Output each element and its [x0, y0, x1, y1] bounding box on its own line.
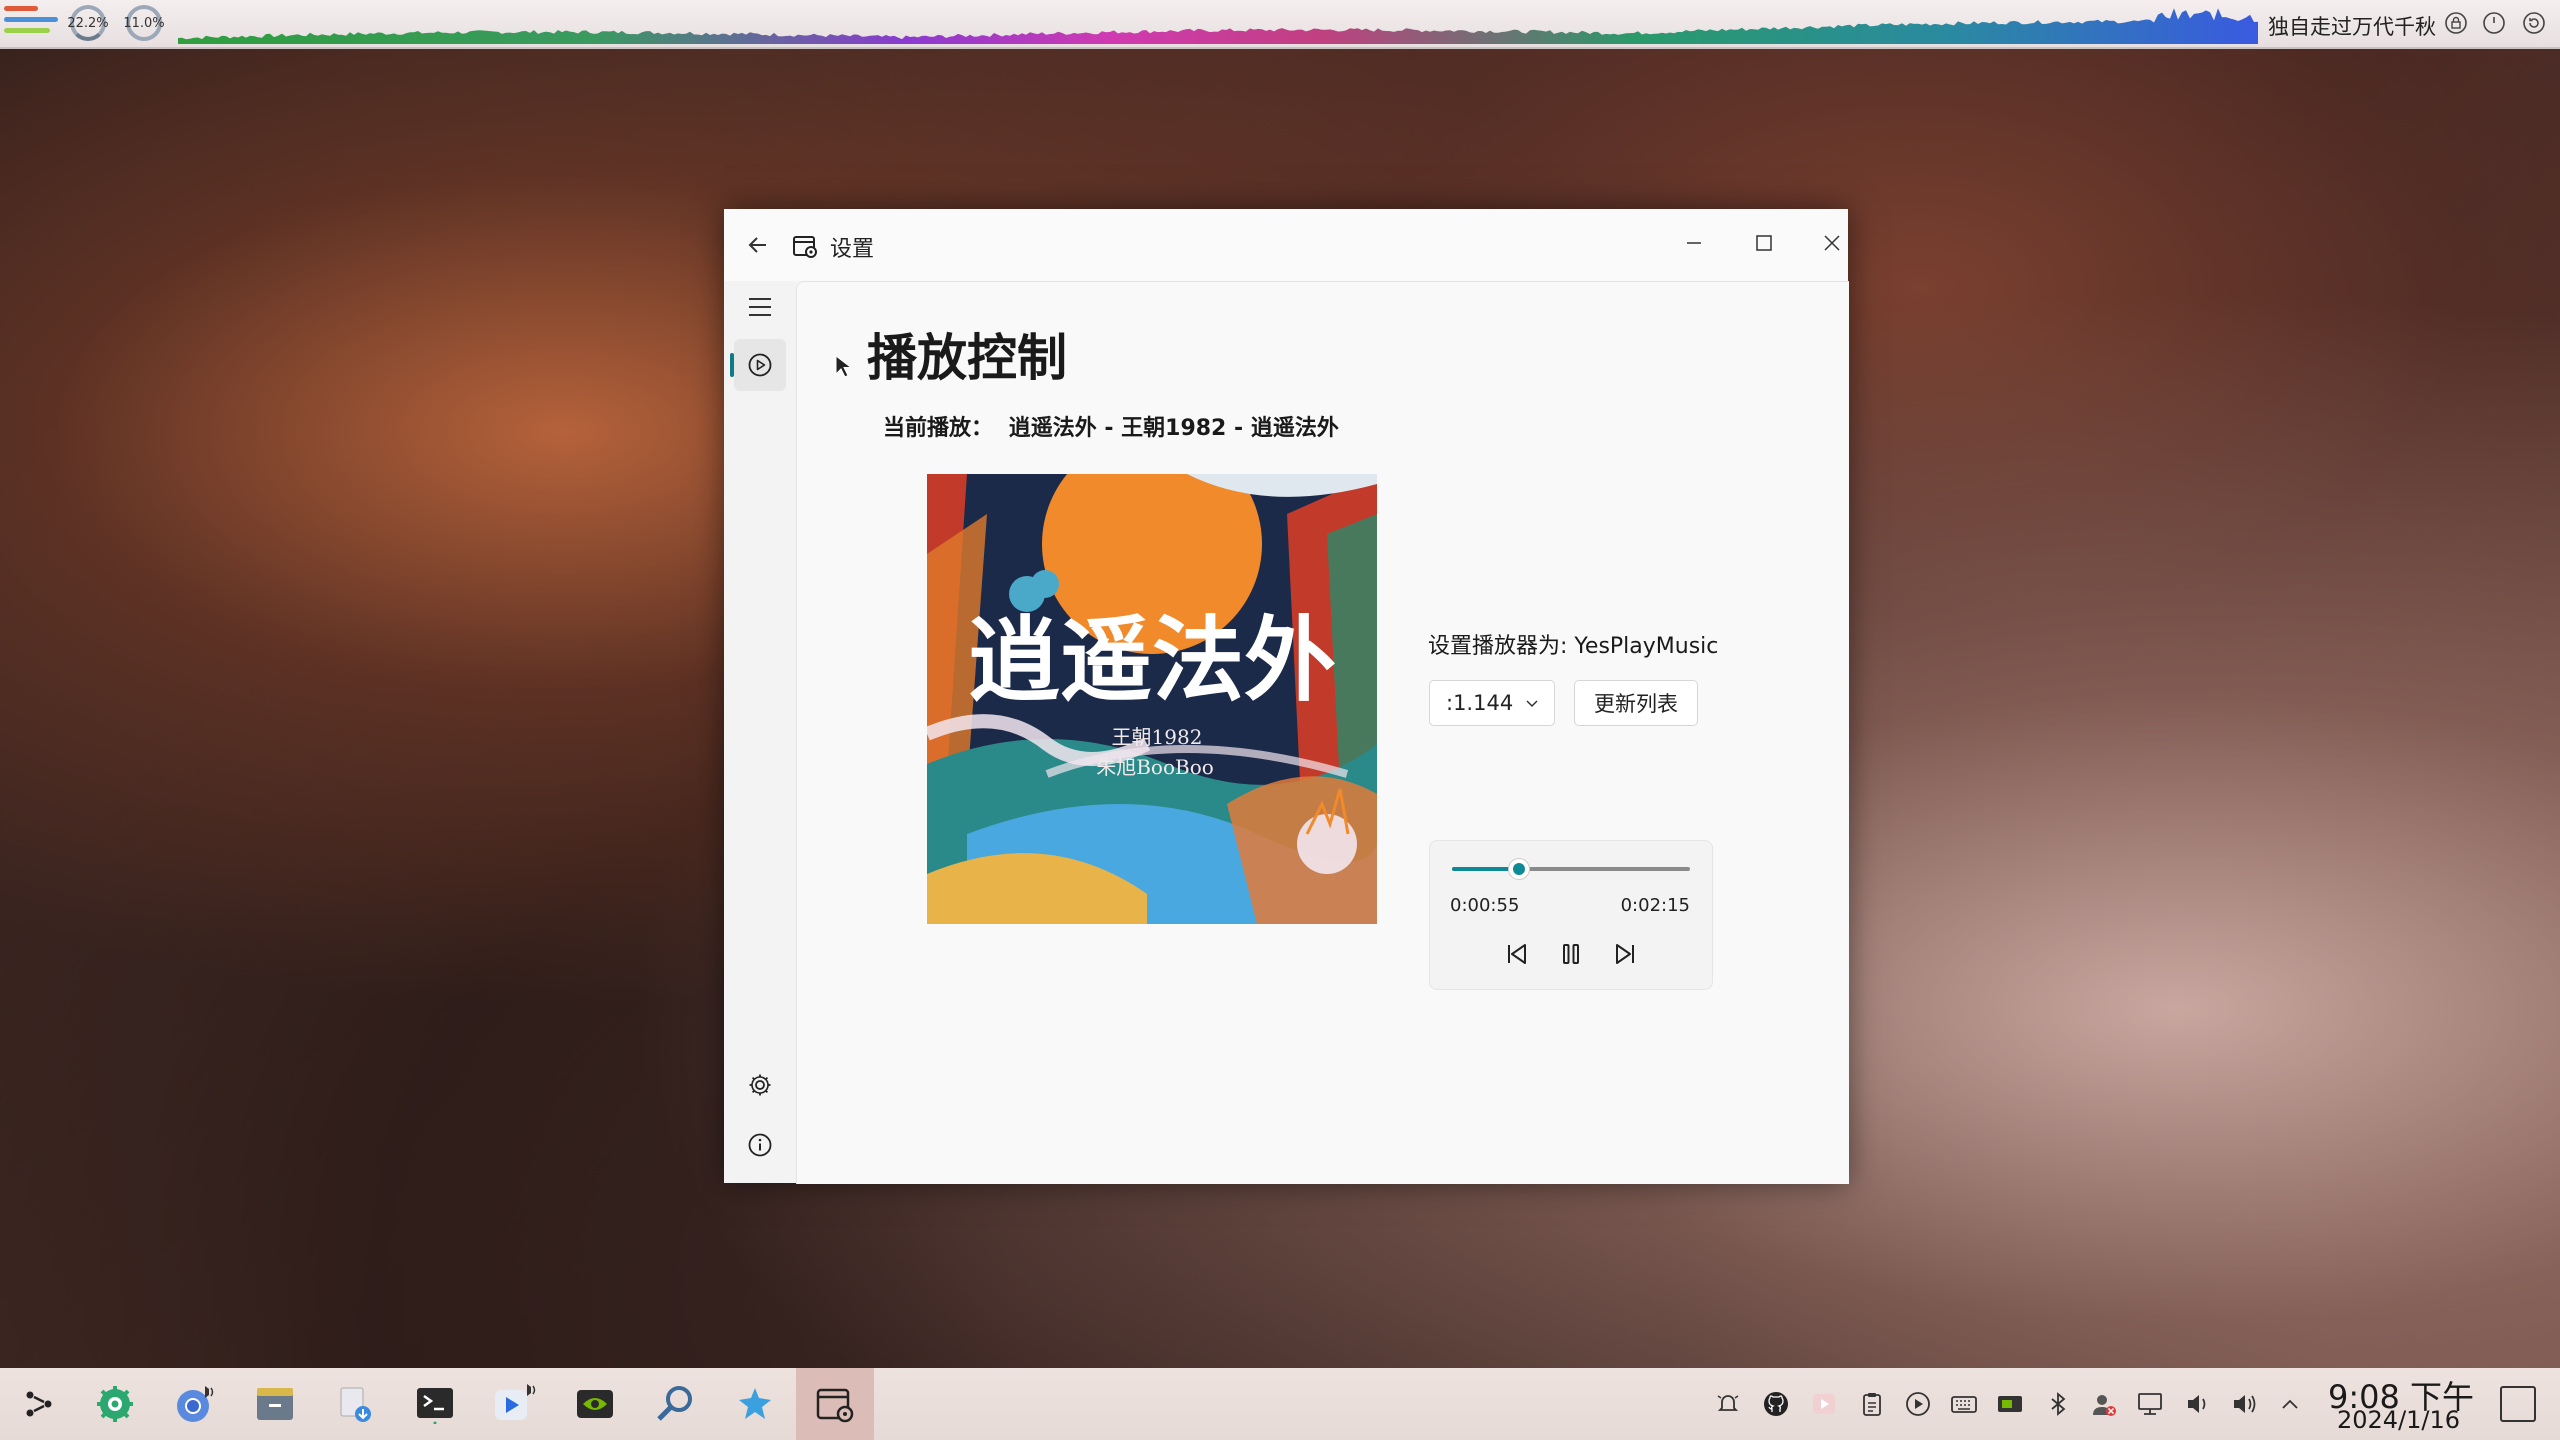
player-name: YesPlayMusic	[1574, 634, 1719, 659]
settings-window: 设置 播放控制 当前播放： 逍遥法外 - 王朝1982 - 逍遥法外 逍遥法外 …	[724, 209, 1849, 1184]
pause-button[interactable]	[1554, 937, 1588, 971]
nvidia-icon	[577, 1390, 613, 1418]
memory-usage-ring[interactable]: 11.0%	[123, 5, 165, 41]
gear-flower-icon	[97, 1386, 133, 1422]
player-select-value: :1.144	[1446, 691, 1514, 715]
nav-item-playback-control[interactable]	[730, 339, 786, 391]
taskbar-app-nvidia-settings[interactable]	[556, 1368, 634, 1440]
now-playing-line: 当前播放： 逍遥法外 - 王朝1982 - 逍遥法外	[883, 410, 1339, 442]
network-icon[interactable]	[2136, 1390, 2164, 1418]
keyboard-icon[interactable]	[1950, 1390, 1978, 1418]
gpu-monitor-icon[interactable]	[1996, 1390, 2024, 1418]
minimize-icon	[1687, 242, 1701, 244]
taskbar: 9:08 下午 2024/1/16	[0, 1368, 2560, 1440]
taskbar-app-chromium[interactable]	[156, 1368, 234, 1440]
taskbar-app-downloads[interactable]	[316, 1368, 394, 1440]
video-player-icon	[495, 1384, 536, 1420]
audio-spectrum-visualizer	[178, 8, 2258, 44]
github-icon[interactable]	[1762, 1390, 1790, 1418]
progress-slider-thumb[interactable]	[1507, 858, 1530, 880]
now-playing-value: 逍遥法外 - 王朝1982 - 逍遥法外	[1008, 416, 1339, 441]
album-artist-line1: 王朝1982	[1112, 725, 1203, 749]
minimize-button[interactable]	[1674, 223, 1714, 263]
restart-icon[interactable]	[2522, 11, 2546, 35]
window-titlebar[interactable]: 设置	[724, 209, 1848, 281]
bird-icon	[739, 1388, 771, 1419]
skip-previous-icon	[1508, 944, 1526, 964]
player-label-text: 设置播放器为:	[1428, 634, 1575, 659]
player-setting-label: 设置播放器为: YesPlayMusic	[1428, 628, 1718, 660]
cpu-usage-text: 22.2%	[67, 15, 109, 31]
maximize-icon	[1756, 235, 1772, 251]
taskbar-app-settings-window[interactable]	[796, 1368, 874, 1440]
nav-item-about[interactable]	[734, 1119, 786, 1171]
nav-item-settings[interactable]	[734, 1059, 786, 1111]
taskbar-app-kdeconnect[interactable]	[716, 1368, 794, 1440]
settings-app-icon	[793, 236, 817, 258]
gear-icon	[749, 1074, 771, 1096]
volume-output-icon[interactable]	[2230, 1390, 2258, 1418]
info-icon	[748, 1133, 772, 1157]
now-playing-song-title[interactable]: 独自走过万代千秋	[2268, 11, 2436, 41]
chromium-icon	[177, 1386, 214, 1422]
system-monitor-bars[interactable]	[4, 6, 60, 39]
album-art-illustration: 逍遥法外 王朝1982 朱旭BooBoo	[927, 474, 1377, 924]
album-cover: 逍遥法外 王朝1982 朱旭BooBoo	[927, 474, 1377, 924]
window-title: 设置	[830, 237, 875, 262]
album-artist-line2: 朱旭BooBoo	[1096, 755, 1214, 779]
terminal-icon	[417, 1388, 453, 1424]
taskbar-app-settings-manager[interactable]	[76, 1368, 154, 1440]
chevron-up-icon[interactable]	[2276, 1390, 2304, 1418]
taskbar-app-terminal[interactable]	[396, 1368, 474, 1440]
launcher-icon	[26, 1391, 52, 1417]
playback-card: 0:00:55 0:02:15	[1429, 840, 1713, 990]
back-arrow-icon[interactable]	[744, 231, 772, 259]
show-desktop-button[interactable]	[2500, 1386, 2536, 1422]
total-time: 0:02:15	[1620, 895, 1690, 916]
close-button[interactable]	[1812, 223, 1852, 263]
download-icon	[340, 1387, 371, 1422]
album-title-text: 逍遥法外	[968, 606, 1336, 714]
play-circle-icon	[748, 353, 772, 377]
taskbar-app-search[interactable]	[636, 1368, 714, 1440]
refresh-list-button[interactable]: 更新列表	[1574, 680, 1698, 726]
now-playing-label: 当前播放：	[883, 416, 994, 441]
navigation-rail	[724, 281, 796, 1183]
main-content: 播放控制 当前播放： 逍遥法外 - 王朝1982 - 逍遥法外 逍遥法外 王朝1…	[796, 281, 1849, 1184]
volume-icon[interactable]	[2184, 1390, 2212, 1418]
clock-date[interactable]: 2024/1/16	[2337, 1406, 2460, 1434]
settings-app-icon	[816, 1388, 854, 1423]
close-icon	[1824, 235, 1840, 251]
clipboard-icon[interactable]	[1858, 1390, 1886, 1418]
menu-toggle-button[interactable]	[734, 281, 786, 333]
notification-bell-icon[interactable]	[1714, 1390, 1742, 1418]
bluetooth-icon[interactable]	[2044, 1390, 2072, 1418]
mouse-cursor-icon	[835, 355, 851, 378]
user-status-icon[interactable]	[2090, 1390, 2118, 1418]
top-panel: 22.2% 11.0% 独自走过万代千秋	[0, 0, 2560, 49]
skip-next-icon	[1616, 944, 1634, 964]
page-title: 播放控制	[867, 329, 1067, 387]
launcher-button[interactable]	[0, 1368, 78, 1440]
folder-icon	[257, 1388, 293, 1420]
media-app-tray-icon[interactable]	[1810, 1390, 1838, 1418]
media-player-tray-icon[interactable]	[1904, 1390, 1932, 1418]
taskbar-app-file-manager[interactable]	[236, 1368, 314, 1440]
previous-track-button[interactable]	[1500, 937, 1534, 971]
chevron-down-icon	[1526, 700, 1538, 708]
taskbar-app-video-player[interactable]	[476, 1368, 554, 1440]
progress-slider[interactable]	[1452, 858, 1690, 880]
cpu-usage-ring[interactable]: 22.2%	[67, 5, 109, 41]
memory-usage-text: 11.0%	[123, 15, 165, 31]
player-select-dropdown[interactable]: :1.144	[1429, 680, 1555, 726]
maximize-button[interactable]	[1744, 223, 1784, 263]
magnifier-icon	[657, 1386, 692, 1421]
next-track-button[interactable]	[1608, 937, 1642, 971]
current-time: 0:00:55	[1450, 895, 1520, 916]
lock-screen-icon[interactable]	[2444, 11, 2468, 35]
hamburger-menu-icon	[749, 298, 771, 316]
pause-icon	[1563, 944, 1579, 964]
power-icon[interactable]	[2482, 11, 2506, 35]
